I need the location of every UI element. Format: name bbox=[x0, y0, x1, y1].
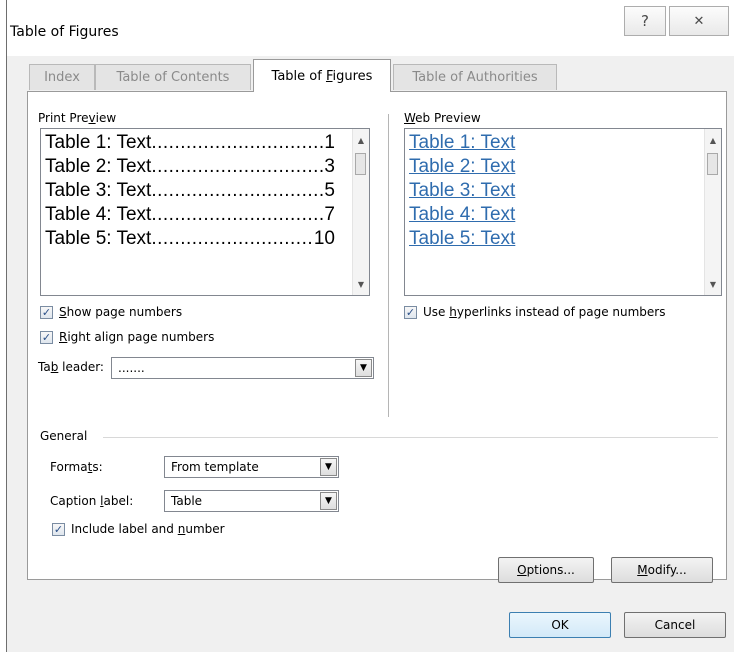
formats-select[interactable]: From template ▼ bbox=[164, 456, 339, 478]
right-align-checkbox[interactable]: ✓ bbox=[40, 331, 53, 344]
tab-table-of-figures-label: Table of Figures bbox=[271, 68, 373, 84]
scroll-thumb[interactable] bbox=[355, 153, 366, 175]
modify-button-label: Modify... bbox=[637, 563, 687, 577]
chevron-down-icon[interactable]: ▼ bbox=[355, 359, 372, 377]
print-entry: Table 4: Text...........................… bbox=[45, 204, 335, 225]
scroll-up-icon[interactable]: ▲ bbox=[353, 133, 369, 147]
tab-table-of-figures[interactable]: Table of Figures bbox=[253, 59, 391, 92]
web-preview-box[interactable]: Table 1: Text Table 2: Text Table 3: Tex… bbox=[404, 128, 722, 296]
web-entry-link[interactable]: Table 3: Text bbox=[409, 179, 515, 203]
formats-value: From template bbox=[171, 460, 259, 474]
include-label-checkbox[interactable]: ✓ bbox=[52, 523, 65, 536]
caption-label-select[interactable]: Table ▼ bbox=[164, 490, 339, 512]
tab-table-of-authorities[interactable]: Table of Authorities bbox=[393, 64, 557, 90]
formats-label: Formats: bbox=[50, 460, 103, 474]
modify-button[interactable]: Modify... bbox=[611, 557, 713, 583]
tab-leader-select[interactable]: ....... ▼ bbox=[111, 357, 374, 379]
tab-leader-label: Tab leader: bbox=[38, 360, 104, 374]
ok-button[interactable]: OK bbox=[509, 612, 611, 638]
dialog-title: Table of Figures bbox=[10, 24, 119, 40]
web-preview-scrollbar[interactable]: ▲ ▼ bbox=[704, 129, 721, 295]
web-entry-link[interactable]: Table 1: Text bbox=[409, 131, 515, 155]
help-icon: ? bbox=[641, 12, 649, 30]
include-label-label: Include label and number bbox=[71, 522, 225, 536]
web-entry-link[interactable]: Table 5: Text bbox=[409, 227, 515, 251]
right-align-label: Right align page numbers bbox=[59, 330, 215, 344]
print-preview-box[interactable]: Table 1: Text...........................… bbox=[40, 128, 370, 296]
vertical-divider bbox=[388, 114, 389, 417]
print-entry: Table 2: Text...........................… bbox=[45, 156, 335, 177]
tab-table-of-contents[interactable]: Table of Contents bbox=[95, 64, 251, 90]
help-button[interactable]: ? bbox=[624, 6, 666, 36]
caption-label-value: Table bbox=[171, 494, 203, 508]
general-section-label: General bbox=[40, 429, 88, 443]
ok-button-label: OK bbox=[551, 618, 569, 632]
options-button-label: Options... bbox=[517, 563, 575, 577]
dialog-window: Table of Figures ? ✕ Index Table of Cont… bbox=[6, 0, 734, 652]
tab-index-label: Index bbox=[44, 70, 80, 85]
scroll-thumb[interactable] bbox=[707, 153, 718, 175]
print-entry: Table 5: Text...........................… bbox=[45, 228, 335, 249]
tab-panel: Print Preview Table 1: Text.............… bbox=[27, 91, 727, 583]
print-entry: Table 3: Text...........................… bbox=[45, 180, 335, 201]
cancel-button-label: Cancel bbox=[654, 618, 696, 632]
chevron-down-icon[interactable]: ▼ bbox=[320, 458, 337, 476]
tab-table-of-authorities-label: Table of Authorities bbox=[412, 70, 538, 85]
show-page-numbers-checkbox[interactable]: ✓ bbox=[40, 306, 53, 319]
options-button[interactable]: Options... bbox=[498, 557, 594, 583]
use-hyperlinks-checkbox[interactable]: ✓ bbox=[404, 306, 417, 319]
print-entry: Table 1: Text...........................… bbox=[45, 132, 335, 153]
scroll-down-icon[interactable]: ▼ bbox=[353, 277, 369, 291]
print-preview-scrollbar[interactable]: ▲ ▼ bbox=[352, 129, 369, 295]
print-preview-label: Print Preview bbox=[38, 111, 117, 125]
use-hyperlinks-label: Use hyperlinks instead of page numbers bbox=[423, 305, 666, 319]
web-entry-link[interactable]: Table 4: Text bbox=[409, 203, 515, 227]
close-icon: ✕ bbox=[693, 13, 705, 29]
caption-label-label: Caption label: bbox=[50, 494, 134, 508]
cancel-button[interactable]: Cancel bbox=[624, 612, 726, 638]
web-preview-label: Web Preview bbox=[404, 111, 481, 125]
close-button[interactable]: ✕ bbox=[669, 6, 729, 36]
web-entry-link[interactable]: Table 2: Text bbox=[409, 155, 515, 179]
scroll-up-icon[interactable]: ▲ bbox=[705, 133, 721, 147]
chevron-down-icon[interactable]: ▼ bbox=[320, 492, 337, 510]
tab-index[interactable]: Index bbox=[29, 64, 95, 90]
tab-table-of-contents-label: Table of Contents bbox=[116, 70, 230, 85]
tab-leader-value: ....... bbox=[118, 361, 145, 375]
title-bar: Table of Figures ? ✕ bbox=[7, 0, 734, 56]
general-divider bbox=[103, 437, 718, 438]
show-page-numbers-label: Show page numbers bbox=[59, 305, 183, 319]
scroll-down-icon[interactable]: ▼ bbox=[705, 277, 721, 291]
